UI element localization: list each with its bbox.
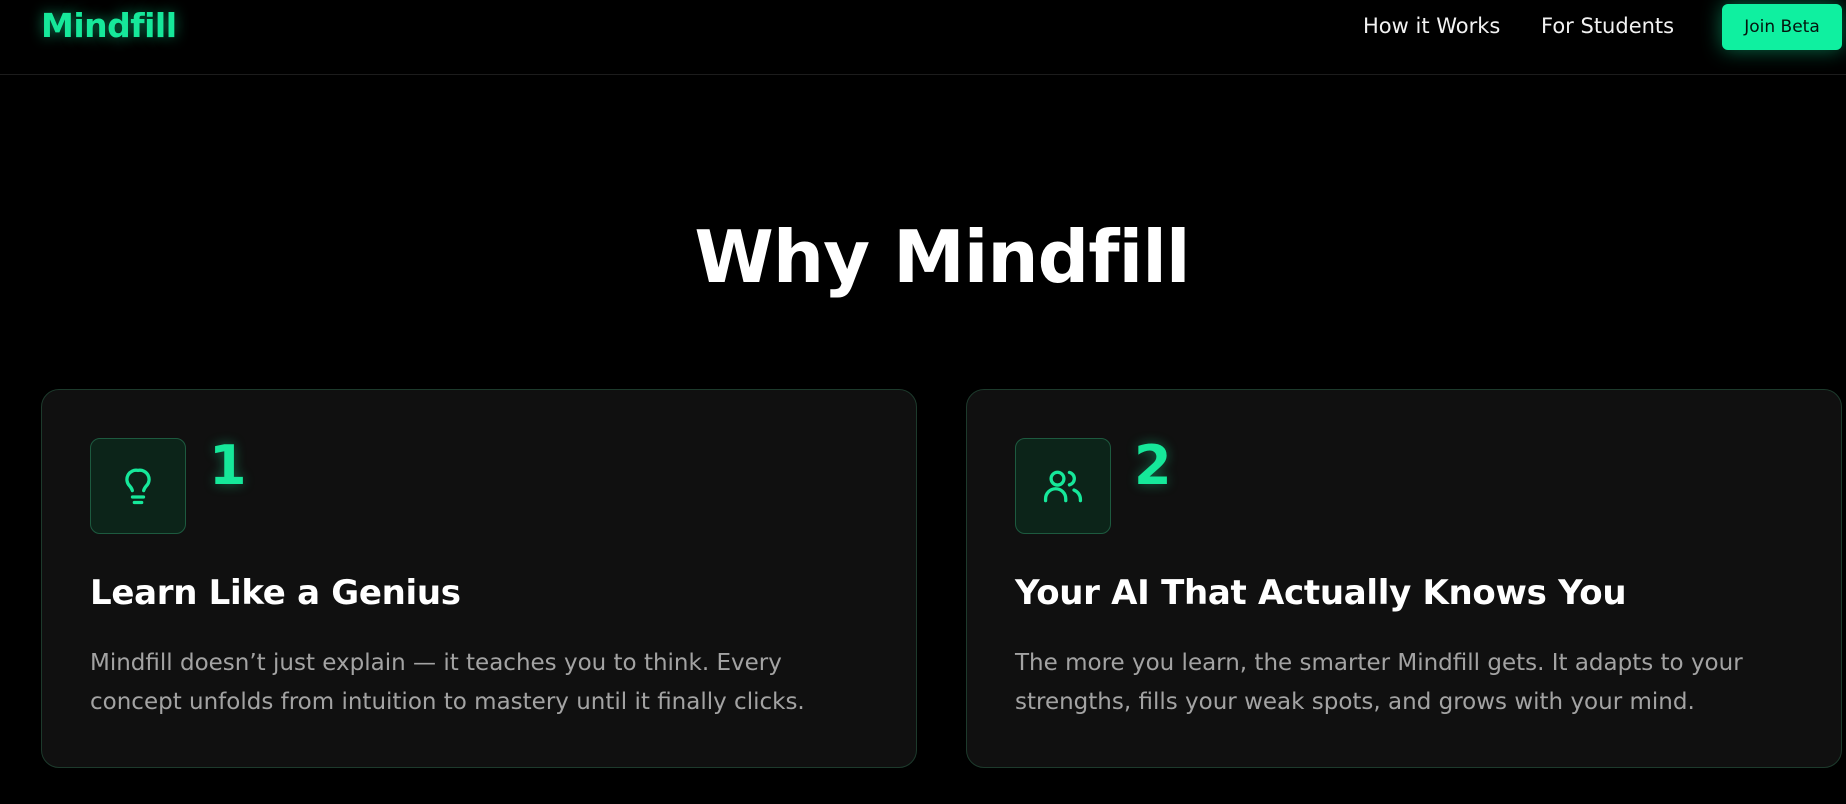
users-icon — [1043, 470, 1083, 503]
feature-number: 1 — [209, 434, 247, 497]
join-beta-button[interactable]: Join Beta — [1722, 4, 1842, 50]
section-title: Why Mindfill — [694, 215, 1190, 299]
nav-link-for-students[interactable]: For Students — [1541, 14, 1674, 38]
feature-description: The more you learn, the smarter Mindfill… — [1015, 650, 1743, 715]
feature-number: 2 — [1134, 434, 1172, 497]
feature-icon-container — [1015, 438, 1111, 534]
lightbulb-icon — [125, 468, 151, 505]
feature-title: Your AI That Actually Knows You — [1015, 573, 1627, 613]
top-nav: Mindfill How it Works For Students Join … — [0, 0, 1846, 75]
feature-title: Learn Like a Genius — [90, 573, 461, 613]
nav-link-how-it-works[interactable]: How it Works — [1363, 14, 1500, 38]
feature-card-1: 1 Learn Like a Genius Mindfill doesn’t j… — [41, 389, 917, 768]
brand-logo[interactable]: Mindfill — [41, 6, 177, 45]
feature-description: Mindfill doesn’t just explain — it teach… — [90, 650, 805, 715]
feature-icon-container — [90, 438, 186, 534]
feature-card-2: 2 Your AI That Actually Knows You The mo… — [966, 389, 1842, 768]
